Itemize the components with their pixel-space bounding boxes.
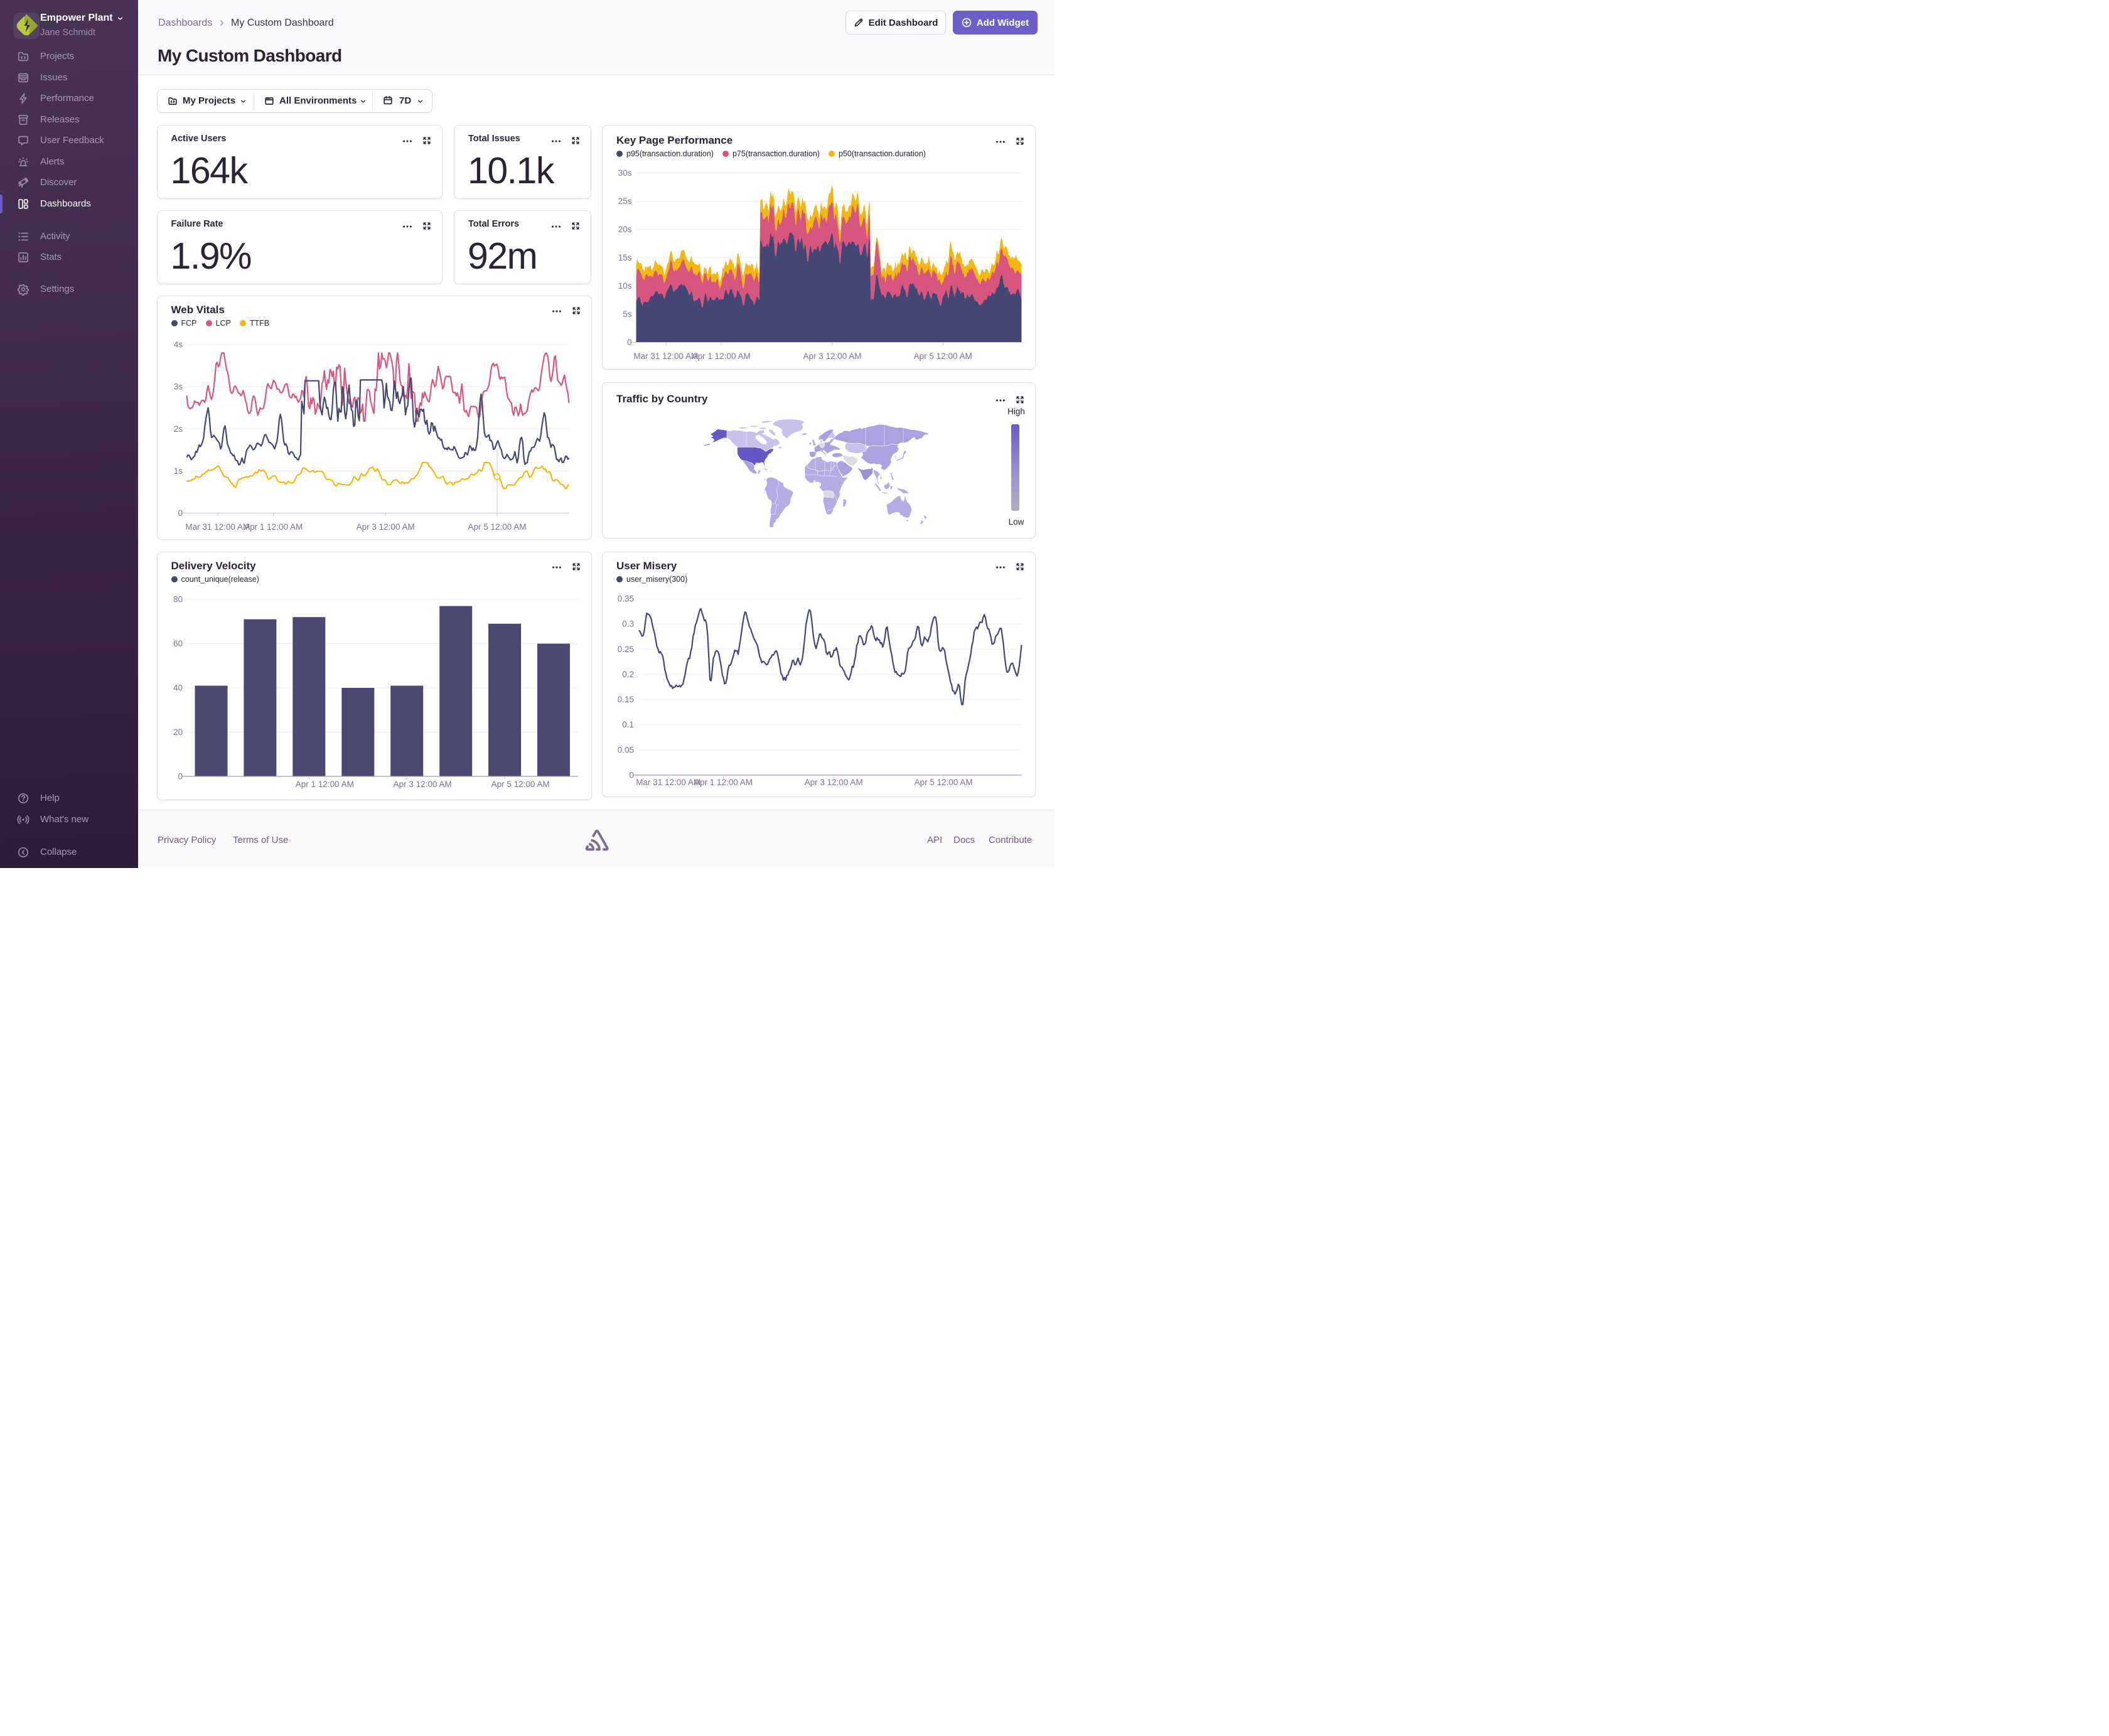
- svg-text:1s: 1s: [173, 466, 183, 475]
- svg-text:0.05: 0.05: [618, 745, 634, 754]
- svg-text:Mar 31 12:00 AM: Mar 31 12:00 AM: [636, 778, 700, 787]
- svg-text:40: 40: [173, 683, 182, 692]
- svg-text:Apr 5 12:00 AM: Apr 5 12:00 AM: [468, 522, 526, 532]
- svg-text:4s: 4s: [173, 340, 183, 349]
- svg-text:0.3: 0.3: [622, 619, 634, 628]
- svg-text:0: 0: [178, 771, 183, 781]
- svg-text:0: 0: [178, 508, 183, 518]
- svg-text:30s: 30s: [618, 168, 632, 178]
- svg-text:60: 60: [173, 639, 182, 648]
- svg-text:Apr 3 12:00 AM: Apr 3 12:00 AM: [356, 522, 414, 532]
- svg-text:0: 0: [627, 338, 632, 347]
- svg-text:2s: 2s: [173, 424, 183, 433]
- svg-text:5s: 5s: [623, 309, 632, 319]
- svg-text:10s: 10s: [618, 281, 632, 291]
- svg-text:Apr 5 12:00 AM: Apr 5 12:00 AM: [491, 780, 549, 789]
- svg-text:Apr 3 12:00 AM: Apr 3 12:00 AM: [803, 351, 861, 361]
- svg-text:Mar 31 12:00 AM: Mar 31 12:00 AM: [633, 351, 698, 361]
- svg-text:0.35: 0.35: [618, 594, 634, 603]
- svg-text:Apr 1 12:00 AM: Apr 1 12:00 AM: [244, 522, 303, 532]
- svg-text:Apr 1 12:00 AM: Apr 1 12:00 AM: [295, 780, 353, 789]
- svg-text:0.25: 0.25: [618, 644, 634, 653]
- svg-text:0.2: 0.2: [622, 669, 634, 678]
- svg-text:15s: 15s: [618, 253, 632, 262]
- svg-text:0.1: 0.1: [622, 720, 634, 729]
- svg-text:Mar 31 12:00 AM: Mar 31 12:00 AM: [185, 522, 250, 532]
- svg-text:20: 20: [173, 727, 182, 737]
- svg-text:Apr 3 12:00 AM: Apr 3 12:00 AM: [805, 778, 863, 787]
- svg-text:20s: 20s: [618, 225, 632, 234]
- svg-text:Apr 3 12:00 AM: Apr 3 12:00 AM: [393, 780, 451, 789]
- svg-text:80: 80: [173, 594, 182, 604]
- svg-text:3s: 3s: [173, 382, 183, 391]
- svg-text:Apr 1 12:00 AM: Apr 1 12:00 AM: [694, 778, 753, 787]
- svg-text:Apr 1 12:00 AM: Apr 1 12:00 AM: [692, 351, 751, 361]
- svg-text:Apr 5 12:00 AM: Apr 5 12:00 AM: [915, 778, 973, 787]
- svg-text:Apr 5 12:00 AM: Apr 5 12:00 AM: [914, 351, 972, 361]
- svg-text:0: 0: [629, 770, 634, 780]
- svg-text:25s: 25s: [618, 196, 632, 206]
- svg-text:0.15: 0.15: [618, 695, 634, 704]
